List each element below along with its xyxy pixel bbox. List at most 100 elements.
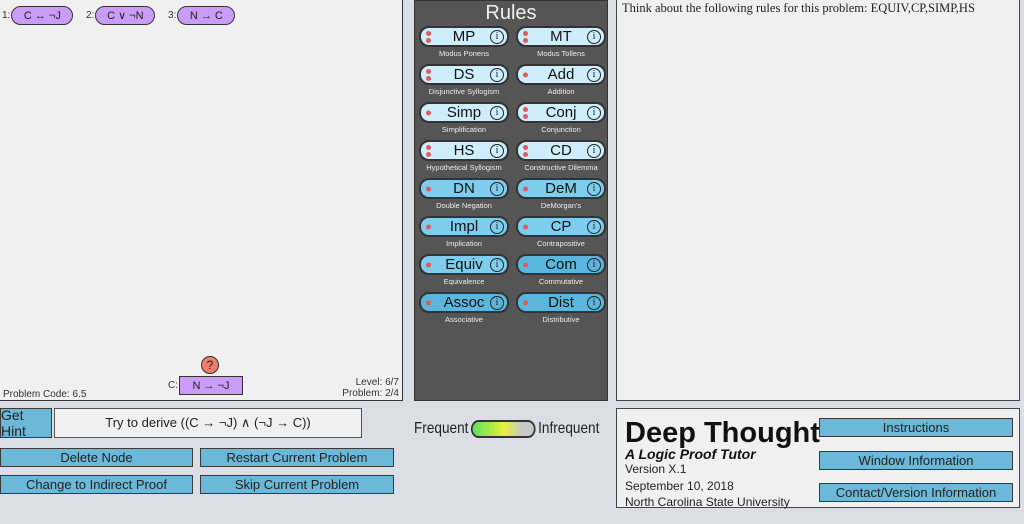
problem-label: Problem: 2/4 xyxy=(342,388,399,399)
rule-button[interactable]: Simp i xyxy=(419,102,509,123)
help-icon[interactable]: ? xyxy=(201,356,219,374)
info-icon[interactable]: i xyxy=(587,295,601,310)
rule-abbr: DeM xyxy=(545,180,577,197)
frequent-label: Frequent xyxy=(414,420,469,437)
info-icon[interactable]: i xyxy=(490,219,504,234)
rule-abbr: CP xyxy=(550,218,572,235)
rule-input-dots-icon xyxy=(523,72,528,77)
rule-button[interactable]: Impl i xyxy=(419,216,509,237)
rule-input-dots-icon xyxy=(426,224,431,229)
rule-name: DeMorgan's xyxy=(540,201,582,210)
rule-abbr: MT xyxy=(550,28,572,45)
rule-button[interactable]: DS i xyxy=(419,64,509,85)
info-icon[interactable]: i xyxy=(587,257,601,272)
goal-display: Try to derive ((C → ¬J) ∧ (¬J → C)) xyxy=(54,408,362,438)
input-dot-icon xyxy=(426,262,431,267)
input-dot-icon xyxy=(426,224,431,229)
info-icon[interactable]: i xyxy=(490,181,504,196)
conclusion[interactable]: C: N → ¬J xyxy=(168,376,243,395)
rule-button[interactable]: Conj i xyxy=(516,102,606,123)
info-icon[interactable]: i xyxy=(490,29,504,44)
rule-name: Double Negation xyxy=(436,201,492,210)
premise-node[interactable]: N → C xyxy=(177,6,236,25)
rule-button[interactable]: Dist i xyxy=(516,292,606,313)
window-info-button[interactable]: Window Information xyxy=(819,451,1013,470)
rule-input-dots-icon xyxy=(523,144,528,157)
conclusion-label: C: xyxy=(168,380,178,391)
delete-node-button[interactable]: Delete Node xyxy=(0,448,193,467)
info-icon[interactable]: i xyxy=(490,143,504,158)
input-dot-icon xyxy=(523,224,528,229)
rule-simp[interactable]: Simp i Simplification xyxy=(419,102,509,134)
info-icon[interactable]: i xyxy=(490,295,504,310)
skip-problem-button[interactable]: Skip Current Problem xyxy=(200,475,394,494)
info-icon[interactable]: i xyxy=(587,105,601,120)
info-icon[interactable]: i xyxy=(490,67,504,82)
info-icon[interactable]: i xyxy=(587,143,601,158)
info-icon[interactable]: i xyxy=(490,105,504,120)
info-icon[interactable]: i xyxy=(587,181,601,196)
instructions-button[interactable]: Instructions xyxy=(819,418,1013,437)
rule-name: Associative xyxy=(445,315,483,324)
rule-abbr: Simp xyxy=(446,104,482,121)
rule-hs[interactable]: HS i Hypothetical Syllogism xyxy=(419,140,509,172)
premise-1[interactable]: 1: C ↔ ¬J xyxy=(2,6,74,25)
info-icon[interactable]: i xyxy=(587,67,601,82)
rule-name: Disjunctive Syllogism xyxy=(428,87,500,96)
level-info: Level: 6/7 Problem: 2/4 xyxy=(342,377,399,399)
input-dot-icon xyxy=(523,37,528,43)
rule-button[interactable]: CP i xyxy=(516,216,606,237)
input-dot-icon xyxy=(426,30,431,36)
premise-3[interactable]: 3: N → C xyxy=(168,6,236,25)
rule-button[interactable]: Equiv i xyxy=(419,254,509,275)
rule-com[interactable]: Com i Commutative xyxy=(516,254,606,286)
rule-conj[interactable]: Conj i Conjunction xyxy=(516,102,606,134)
info-icon[interactable]: i xyxy=(587,29,601,44)
frequency-legend: Frequent Infrequent xyxy=(414,420,599,438)
rule-abbr: Impl xyxy=(449,218,479,235)
proof-canvas[interactable]: 1: C ↔ ¬J 2: C ∨ ¬N 3: N → C ? C: N → ¬J… xyxy=(0,0,403,401)
premise-node[interactable]: C ∨ ¬N xyxy=(95,6,156,25)
rule-button[interactable]: DeM i xyxy=(516,178,606,199)
premise-node[interactable]: C ↔ ¬J xyxy=(11,6,74,25)
input-dot-icon xyxy=(523,186,528,191)
rule-button[interactable]: MP i xyxy=(419,26,509,47)
rule-impl[interactable]: Impl i Implication xyxy=(419,216,509,248)
rule-abbr: Equiv xyxy=(445,256,483,273)
rule-button[interactable]: Assoc i xyxy=(419,292,509,313)
contact-info-button[interactable]: Contact/Version Information xyxy=(819,483,1013,502)
rule-ds[interactable]: DS i Disjunctive Syllogism xyxy=(419,64,509,96)
conclusion-node[interactable]: N → ¬J xyxy=(179,376,243,395)
rule-cd[interactable]: CD i Constructive Dilemma xyxy=(516,140,606,172)
indirect-proof-button[interactable]: Change to Indirect Proof xyxy=(0,475,193,494)
rule-button[interactable]: CD i xyxy=(516,140,606,161)
rule-assoc[interactable]: Assoc i Associative xyxy=(419,292,509,324)
rule-input-dots-icon xyxy=(426,144,431,157)
rules-panel: Rules MP i Modus Ponens MT i Modus Tollens DS i… xyxy=(414,0,608,401)
rule-dem[interactable]: DeM i DeMorgan's xyxy=(516,178,606,210)
input-dot-icon xyxy=(523,72,528,77)
rule-button[interactable]: HS i xyxy=(419,140,509,161)
rule-button[interactable]: MT i xyxy=(516,26,606,47)
rule-dn[interactable]: DN i Double Negation xyxy=(419,178,509,210)
app-subtitle: A Logic Proof Tutor xyxy=(625,446,756,462)
level-label: Level: 6/7 xyxy=(355,377,399,388)
premise-2[interactable]: 2: C ∨ ¬N xyxy=(86,6,156,25)
rule-mp[interactable]: MP i Modus Ponens xyxy=(419,26,509,58)
info-icon[interactable]: i xyxy=(587,219,601,234)
input-dot-icon xyxy=(426,300,431,305)
rule-button[interactable]: DN i xyxy=(419,178,509,199)
rule-abbr: DN xyxy=(453,180,475,197)
get-hint-button[interactable]: Get Hint xyxy=(0,407,52,439)
rule-button[interactable]: Com i xyxy=(516,254,606,275)
rule-cp[interactable]: CP i Contrapositive xyxy=(516,216,606,248)
rule-equiv[interactable]: Equiv i Equivalence xyxy=(419,254,509,286)
rule-dist[interactable]: Dist i Distributive xyxy=(516,292,606,324)
rule-button[interactable]: Add i xyxy=(516,64,606,85)
restart-problem-button[interactable]: Restart Current Problem xyxy=(200,448,394,467)
rule-input-dots-icon xyxy=(523,224,528,229)
rule-add[interactable]: Add i Addition xyxy=(516,64,606,96)
rule-name: Constructive Dilemma xyxy=(524,163,598,172)
info-icon[interactable]: i xyxy=(490,257,504,272)
rule-mt[interactable]: MT i Modus Tollens xyxy=(516,26,606,58)
